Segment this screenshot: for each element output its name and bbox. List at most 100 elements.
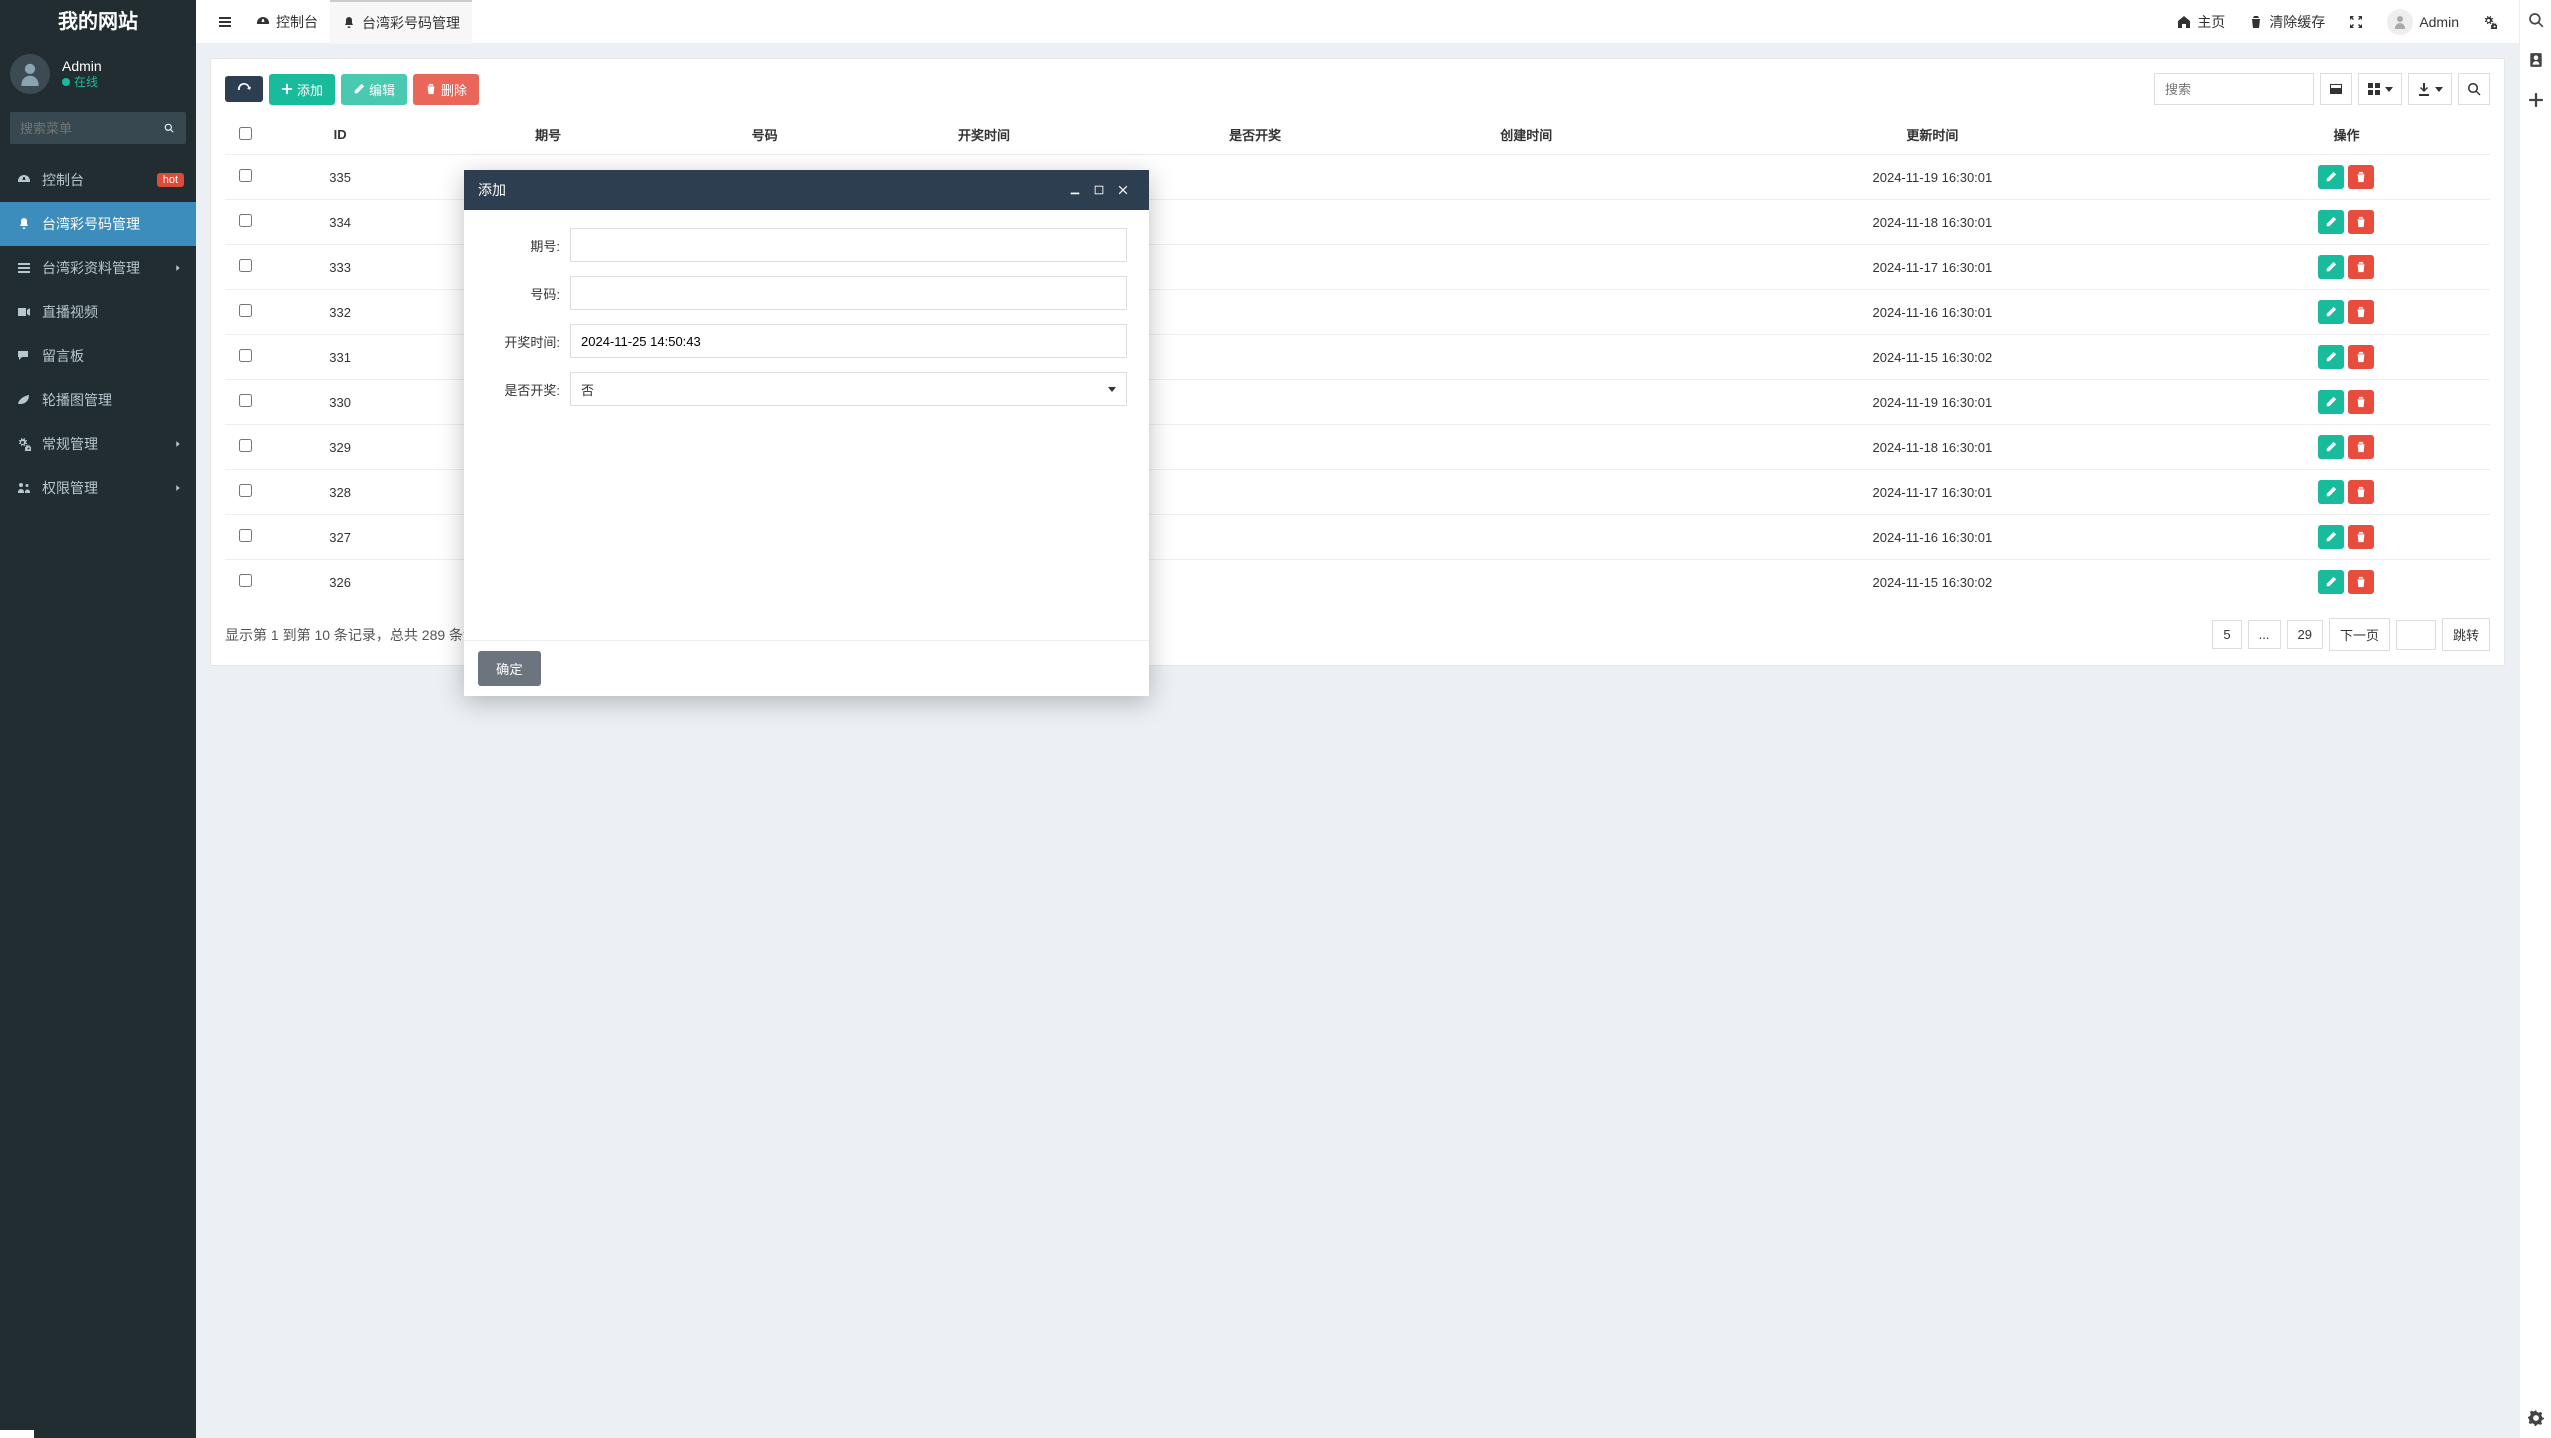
export-button[interactable] [2408, 73, 2452, 105]
row-edit-button[interactable] [2318, 570, 2344, 594]
sidebar-item[interactable]: 轮播图管理 [0, 378, 196, 422]
sidebar-item[interactable]: 常规管理 [0, 422, 196, 466]
sidebar-search-input[interactable] [10, 112, 152, 144]
col-header[interactable]: 创建时间 [1391, 115, 1662, 155]
sidebar-item-label: 台湾彩资料管理 [42, 258, 140, 278]
sidebar-toggle[interactable] [206, 0, 244, 44]
row-delete-button[interactable] [2348, 210, 2374, 234]
code-input[interactable] [570, 276, 1127, 310]
sidebar-item[interactable]: 直播视频 [0, 290, 196, 334]
row-checkbox[interactable] [239, 259, 252, 272]
dock-search[interactable] [2520, 0, 2551, 40]
modal-maximize[interactable] [1087, 178, 1111, 202]
col-header[interactable]: 开奖时间 [848, 115, 1119, 155]
row-checkbox[interactable] [239, 439, 252, 452]
modal-minimize[interactable] [1063, 178, 1087, 202]
nav-home[interactable]: 主页 [2165, 0, 2237, 44]
cell-is-open [1120, 290, 1391, 335]
row-edit-button[interactable] [2318, 435, 2344, 459]
row-delete-button[interactable] [2348, 300, 2374, 324]
columns-button[interactable] [2358, 73, 2402, 105]
nav-user[interactable]: Admin [2375, 0, 2471, 44]
row-delete-button[interactable] [2348, 255, 2374, 279]
next-page-button[interactable]: 下一页 [2329, 618, 2390, 651]
sidebar-item-label: 控制台 [42, 170, 84, 190]
col-header[interactable]: 号码 [681, 115, 848, 155]
row-checkbox[interactable] [239, 169, 252, 182]
col-header[interactable]: 期号 [415, 115, 681, 155]
cell-created [1391, 200, 1662, 245]
cell-updated: 2024-11-16 16:30:01 [1662, 515, 2203, 560]
toolbar-search-button[interactable] [2458, 73, 2490, 105]
dock-add[interactable] [2520, 80, 2551, 120]
select-all-checkbox[interactable] [239, 127, 252, 140]
page-number[interactable]: 5 [2212, 620, 2241, 649]
nav-clear-cache[interactable]: 清除缓存 [2237, 0, 2337, 44]
sidebar-item-label: 权限管理 [42, 478, 98, 498]
row-checkbox[interactable] [239, 574, 252, 587]
chevron-icon [174, 484, 182, 492]
nav-settings[interactable] [2471, 0, 2509, 44]
cell-updated: 2024-11-17 16:30:01 [1662, 470, 2203, 515]
view-card-button[interactable] [2320, 73, 2352, 105]
user-name: Admin [62, 57, 102, 75]
row-delete-button[interactable] [2348, 435, 2374, 459]
cell-id: 328 [265, 470, 415, 515]
row-delete-button[interactable] [2348, 345, 2374, 369]
delete-button[interactable]: 删除 [413, 74, 479, 105]
jump-page-input[interactable] [2396, 620, 2436, 650]
sidebar: 我的网站 Admin 在线 控制台hot台湾彩号码管理台湾彩资料管理直播视频留言… [0, 0, 196, 1438]
dock-settings[interactable] [2520, 1398, 2551, 1438]
nav-fullscreen[interactable] [2337, 0, 2375, 44]
edit-button[interactable]: 编辑 [341, 74, 407, 105]
sidebar-item[interactable]: 台湾彩号码管理 [0, 202, 196, 246]
col-header[interactable]: ID [265, 115, 415, 155]
row-delete-button[interactable] [2348, 480, 2374, 504]
row-edit-button[interactable] [2318, 345, 2344, 369]
confirm-button[interactable]: 确定 [478, 651, 541, 686]
row-edit-button[interactable] [2318, 165, 2344, 189]
cell-created [1391, 560, 1662, 605]
search-input[interactable] [2154, 73, 2314, 105]
refresh-button[interactable] [225, 76, 263, 102]
row-checkbox[interactable] [239, 484, 252, 497]
row-edit-button[interactable] [2318, 480, 2344, 504]
row-edit-button[interactable] [2318, 210, 2344, 234]
row-delete-button[interactable] [2348, 165, 2374, 189]
add-button[interactable]: 添加 [269, 74, 335, 105]
add-modal: 添加 期号: 号码: 开奖时间: 是否开奖: 否 确定 [464, 170, 1149, 696]
row-checkbox[interactable] [239, 349, 252, 362]
modal-close[interactable] [1111, 178, 1135, 202]
crumb-dashboard[interactable]: 控制台 [244, 0, 330, 44]
sidebar-search-button[interactable] [152, 112, 186, 144]
row-checkbox[interactable] [239, 214, 252, 227]
row-edit-button[interactable] [2318, 390, 2344, 414]
sidebar-item[interactable]: 控制台hot [0, 158, 196, 202]
pager: 5...29下一页 跳转 [2212, 618, 2490, 651]
cell-updated: 2024-11-16 16:30:01 [1662, 290, 2203, 335]
row-delete-button[interactable] [2348, 525, 2374, 549]
period-input[interactable] [570, 228, 1127, 262]
col-header[interactable]: 是否开奖 [1120, 115, 1391, 155]
sidebar-item[interactable]: 台湾彩资料管理 [0, 246, 196, 290]
col-header[interactable]: 更新时间 [1662, 115, 2203, 155]
crumb-current[interactable]: 台湾彩号码管理 [330, 0, 472, 44]
is-open-select[interactable]: 否 [570, 372, 1127, 406]
sidebar-item[interactable]: 权限管理 [0, 466, 196, 510]
col-header[interactable]: 操作 [2203, 115, 2490, 155]
jump-button[interactable]: 跳转 [2442, 618, 2490, 651]
row-checkbox[interactable] [239, 529, 252, 542]
toolbar: 添加 编辑 删除 [225, 73, 2490, 105]
open-time-input[interactable] [570, 324, 1127, 358]
page-number[interactable]: 29 [2287, 620, 2323, 649]
row-checkbox[interactable] [239, 304, 252, 317]
row-edit-button[interactable] [2318, 525, 2344, 549]
row-edit-button[interactable] [2318, 255, 2344, 279]
sidebar-item[interactable]: 留言板 [0, 334, 196, 378]
row-delete-button[interactable] [2348, 570, 2374, 594]
page-number[interactable]: ... [2248, 620, 2281, 649]
row-delete-button[interactable] [2348, 390, 2374, 414]
row-edit-button[interactable] [2318, 300, 2344, 324]
dock-contacts[interactable] [2520, 40, 2551, 80]
row-checkbox[interactable] [239, 394, 252, 407]
